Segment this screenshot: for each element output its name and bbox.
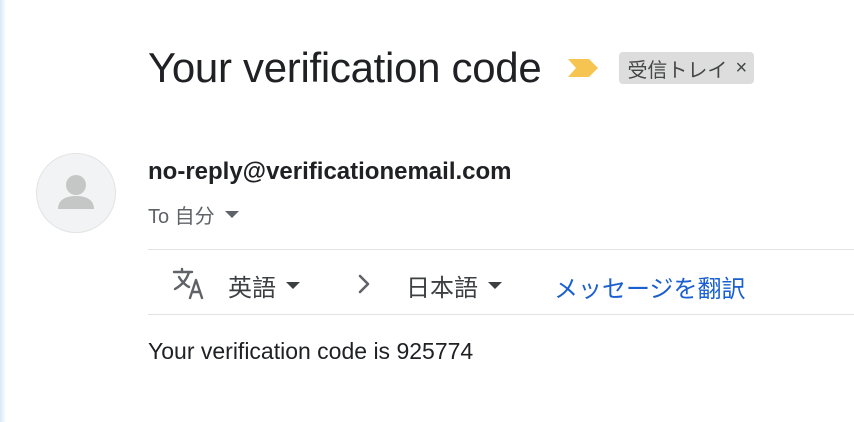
translate-message-link[interactable]: メッセージを翻訳 xyxy=(554,269,746,304)
importance-marker-icon[interactable] xyxy=(567,58,599,78)
email-body: Your verification code is 925774 xyxy=(148,338,474,364)
caret-down-icon xyxy=(286,282,300,289)
inbox-label-text: 受信トレイ xyxy=(627,59,728,82)
source-language-label: 英語 xyxy=(228,275,276,302)
source-language-dropdown[interactable]: 英語 xyxy=(228,268,300,303)
target-language-dropdown[interactable]: 日本語 xyxy=(406,268,502,303)
left-edge-shadow xyxy=(0,0,6,422)
email-view: Your verification code 受信トレイ × no-reply@… xyxy=(0,0,854,422)
avatar[interactable] xyxy=(36,153,116,233)
caret-down-icon xyxy=(224,211,239,218)
recipient-text: To 自分 xyxy=(148,206,215,228)
target-language-label: 日本語 xyxy=(406,275,478,302)
caret-down-icon xyxy=(488,282,502,289)
translate-icon xyxy=(172,267,204,300)
email-subject: Your verification code xyxy=(148,44,542,91)
sender-address: no-reply@verificationemail.com xyxy=(148,158,512,185)
chevron-right-icon xyxy=(358,274,370,294)
person-icon xyxy=(58,175,94,209)
subject-row: Your verification code 受信トレイ × xyxy=(148,40,755,96)
inbox-label-chip: 受信トレイ × xyxy=(619,52,755,84)
translation-bar: 英語 日本語 メッセージを翻訳 xyxy=(148,249,854,315)
recipient-details-toggle[interactable]: To 自分 xyxy=(148,200,239,229)
remove-label-icon[interactable]: × xyxy=(735,57,747,80)
